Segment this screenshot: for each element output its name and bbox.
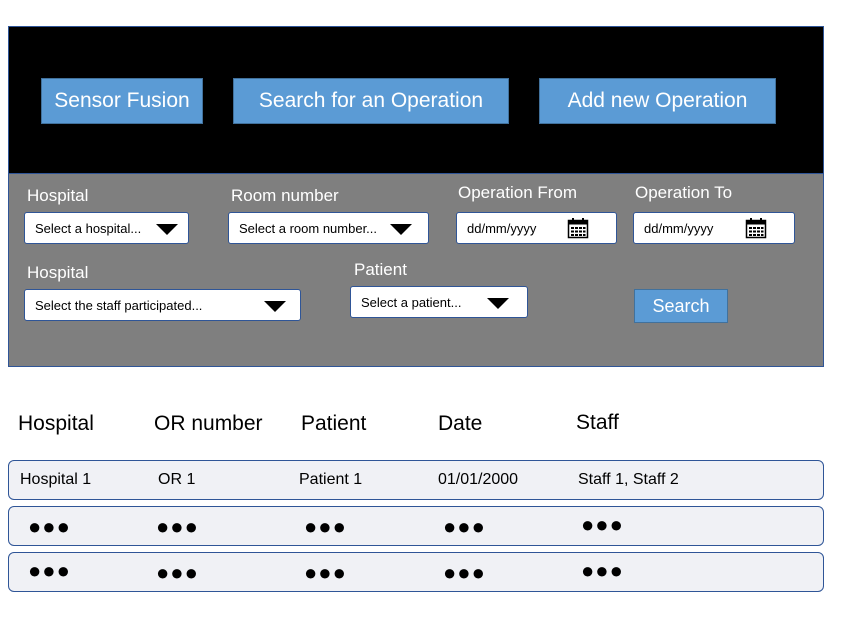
cell-hospital: ●●● — [28, 514, 71, 539]
column-header-staff: Staff — [576, 411, 619, 434]
column-header-or-number: OR number — [154, 412, 263, 435]
staff-label: Hospital — [27, 263, 89, 282]
operation-to-label: Operation To — [635, 183, 733, 202]
top-navigation-bar: Sensor Fusion Search for an Operation Ad… — [8, 26, 824, 174]
calendar-icon[interactable] — [567, 217, 589, 239]
room-number-select-value: Select a room number... — [239, 220, 378, 236]
cell-patient: Patient 1 — [299, 471, 363, 488]
table-row[interactable]: Hospital 1 OR 1 Patient 1 01/01/2000 Sta… — [8, 460, 824, 500]
staff-select-value: Select the staff participated... — [35, 297, 203, 313]
cell-hospital: ●●● — [28, 558, 71, 583]
hospital-select[interactable]: Select a hospital... — [24, 212, 189, 244]
add-operation-button[interactable]: Add new Operation — [539, 78, 776, 124]
column-header-date: Date — [438, 412, 483, 435]
cell-hospital: Hospital 1 — [20, 471, 92, 488]
operation-from-date-value: dd/mm/yyyy — [467, 220, 537, 236]
sensor-fusion-button[interactable]: Sensor Fusion — [41, 78, 203, 124]
cell-patient: ●●● — [304, 514, 347, 539]
cell-staff: ●●● — [581, 558, 624, 583]
cell-date: ●●● — [443, 560, 486, 585]
cell-or-number: ●●● — [156, 560, 199, 585]
filter-panel: Hospital Select a hospital... Room numbe… — [8, 174, 824, 367]
cell-or-number: ●●● — [156, 514, 199, 539]
column-header-patient: Patient — [301, 412, 367, 435]
operation-to-date-input[interactable]: dd/mm/yyyy — [633, 212, 795, 244]
table-row[interactable]: ●●● ●●● ●●● ●●● ●●● — [8, 552, 824, 592]
patient-select[interactable]: Select a patient... — [350, 286, 528, 318]
operation-to-date-value: dd/mm/yyyy — [644, 220, 714, 236]
chevron-down-icon — [487, 298, 509, 309]
table-row[interactable]: ●●● ●●● ●●● ●●● ●●● — [8, 506, 824, 546]
operation-from-label: Operation From — [458, 183, 578, 202]
column-header-hospital: Hospital — [18, 412, 94, 435]
patient-select-value: Select a patient... — [361, 294, 462, 310]
search-operation-button[interactable]: Search for an Operation — [233, 78, 509, 124]
chevron-down-icon — [264, 301, 286, 312]
search-button[interactable]: Search — [634, 289, 728, 323]
room-number-label: Room number — [231, 186, 339, 205]
patient-label: Patient — [354, 260, 407, 279]
page: Sensor Fusion Search for an Operation Ad… — [0, 0, 843, 634]
cell-patient: ●●● — [304, 560, 347, 585]
operation-from-date-input[interactable]: dd/mm/yyyy — [456, 212, 617, 244]
cell-staff: ●●● — [581, 512, 624, 537]
cell-or-number: OR 1 — [158, 471, 196, 488]
cell-staff: Staff 1, Staff 2 — [578, 471, 679, 488]
chevron-down-icon — [156, 224, 178, 235]
chevron-down-icon — [390, 224, 412, 235]
staff-select[interactable]: Select the staff participated... — [24, 289, 301, 321]
cell-date: 01/01/2000 — [438, 471, 519, 488]
cell-date: ●●● — [443, 514, 486, 539]
room-number-select[interactable]: Select a room number... — [228, 212, 429, 244]
hospital-select-value: Select a hospital... — [35, 220, 142, 236]
hospital-label: Hospital — [27, 186, 89, 205]
calendar-icon[interactable] — [745, 217, 767, 239]
